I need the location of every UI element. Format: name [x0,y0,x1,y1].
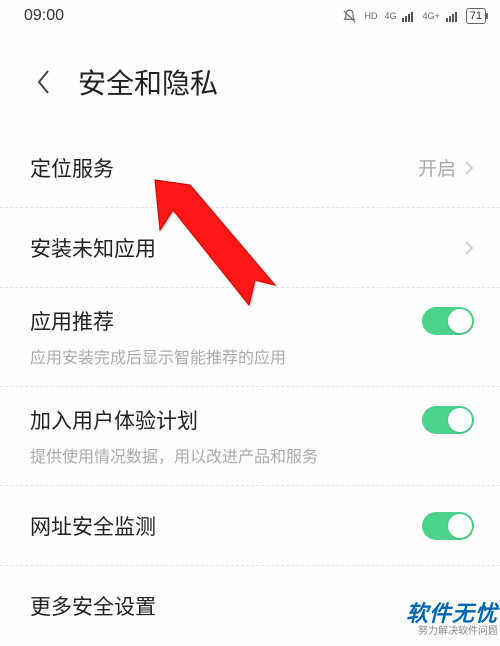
status-bar: 09:00 HD 4G 4G+ 71 [0,0,500,32]
row-description: 应用安装完成后显示智能推荐的应用 [30,344,474,368]
signal-bars-icon [402,10,416,22]
row-label: 应用推荐 [30,306,114,336]
row-install-unknown-apps[interactable]: 安装未知应用 [0,208,500,288]
page-header: 安全和隐私 [0,32,500,128]
page-title: 安全和隐私 [78,62,218,102]
toggle-ux-plan[interactable] [422,406,474,434]
watermark-slogan: 努力解决软件问题 [406,626,498,637]
status-right: HD 4G 4G+ 71 [341,8,486,25]
signal-hd-label: HD [364,11,377,21]
signal-4gplus-label: 4G+ [422,11,439,21]
battery-indicator: 71 [466,8,486,24]
row-label: 安装未知应用 [30,233,156,263]
watermark-brand: 软件无忧 [406,602,498,626]
row-label: 定位服务 [30,153,114,183]
row-description: 提供使用情况数据，用以改进产品和服务 [30,443,474,467]
chevron-right-icon [464,160,474,176]
row-user-experience-plan[interactable]: 加入用户体验计划 提供使用情况数据，用以改进产品和服务 [0,387,500,486]
row-value: 开启 [418,154,456,181]
row-url-safety-check[interactable]: 网址安全监测 [0,486,500,566]
status-time: 09:00 [24,7,64,25]
toggle-app-recommend[interactable] [422,307,474,335]
chevron-right-icon [464,240,474,256]
row-label: 更多安全设置 [30,591,156,621]
back-icon[interactable] [36,69,52,95]
row-label: 网址安全监测 [30,511,156,541]
signal-bars-icon-2 [446,10,460,22]
row-label: 加入用户体验计划 [30,405,198,435]
watermark: 软件无忧 努力解决软件问题 [406,602,498,637]
toggle-url-safety[interactable] [422,512,474,540]
row-app-recommend[interactable]: 应用推荐 应用安装完成后显示智能推荐的应用 [0,288,500,387]
signal-4g-label: 4G [384,11,396,21]
battery-level: 71 [470,10,482,22]
notification-mute-icon [341,8,358,25]
row-location-services[interactable]: 定位服务 开启 [0,128,500,208]
